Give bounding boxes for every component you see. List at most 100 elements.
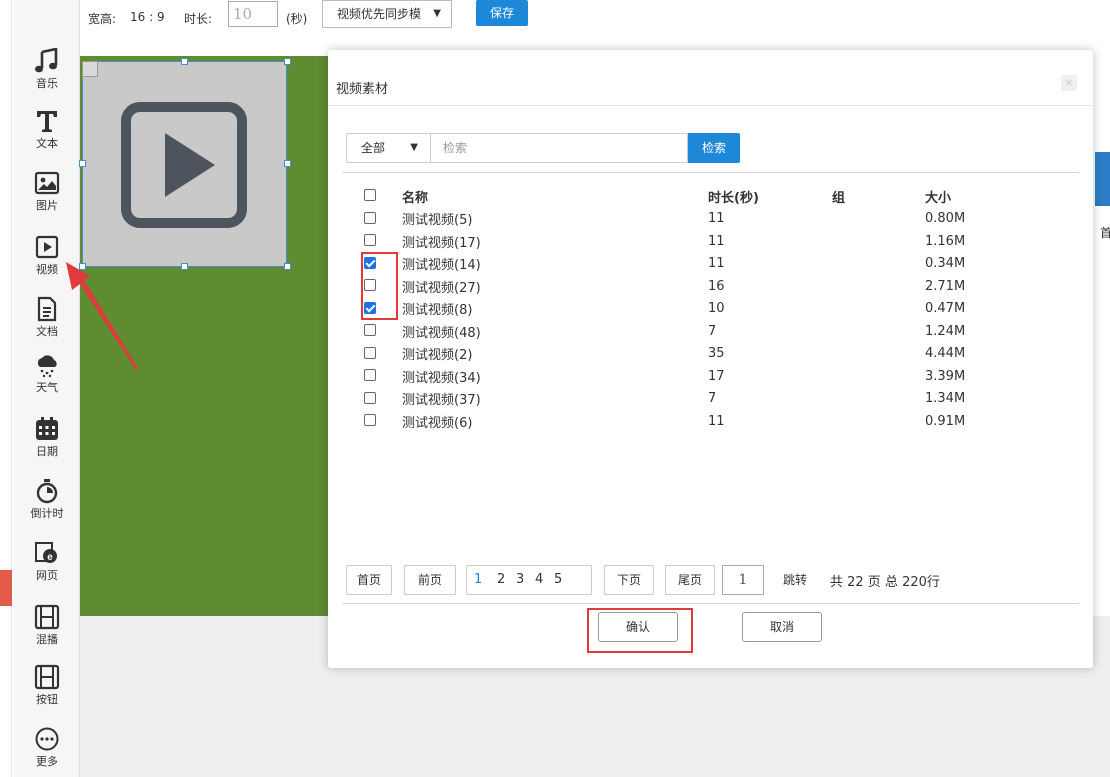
left-edge-panel (0, 0, 12, 777)
row-group (832, 298, 925, 321)
tool-more[interactable]: 更多 (14, 726, 80, 777)
column-header-size: 大小 (925, 190, 952, 206)
tool-webpage[interactable]: e 网页 (14, 540, 80, 600)
webpage-icon: e (35, 542, 57, 563)
row-checkbox[interactable] (364, 234, 376, 247)
row-duration: 11 (708, 413, 725, 429)
aspect-value: 16 : 9 (130, 10, 165, 24)
next-page-button[interactable]: 下页 (604, 565, 654, 595)
dialog-header: 视频素材 × (328, 50, 1093, 106)
resize-handle-top[interactable] (181, 58, 188, 65)
jump-button[interactable]: 跳转 (770, 565, 820, 595)
row-group (832, 253, 925, 276)
table-row[interactable]: 测试视频(2) 35 4.44M (364, 343, 1025, 366)
row-group (832, 365, 925, 388)
page-number[interactable]: 2 (497, 572, 505, 587)
row-checkbox-cell (364, 208, 402, 231)
row-checkbox-cell (364, 388, 402, 411)
row-name: 测试视频(17) (402, 235, 481, 251)
tool-label: 图片 (36, 199, 58, 212)
table-row[interactable]: 测试视频(5) 11 0.80M (364, 208, 1025, 231)
close-icon[interactable]: × (1061, 75, 1077, 91)
tool-label: 按钮 (36, 693, 58, 706)
row-checkbox-cell (364, 230, 402, 253)
page-number[interactable]: 1 (474, 572, 482, 587)
tool-label: 网页 (36, 569, 58, 582)
resize-handle-bottom-right[interactable] (284, 263, 291, 270)
tool-image[interactable]: 图片 (14, 170, 80, 230)
annotation-highlight-confirm (587, 608, 693, 653)
page-jump-input[interactable]: 1 (722, 565, 764, 595)
last-page-button[interactable]: 尾页 (665, 565, 715, 595)
table-header-row: 名称 时长(秒) 组 大小 (364, 185, 1025, 208)
row-checkbox[interactable] (364, 369, 376, 382)
row-name: 测试视频(14) (402, 258, 481, 274)
table-row[interactable]: 测试视频(14) 11 0.34M (364, 253, 1025, 276)
select-all-checkbox[interactable] (364, 189, 376, 202)
table-row[interactable]: 测试视频(27) 16 2.71M (364, 275, 1025, 298)
annotation-arrow (66, 262, 138, 370)
row-duration: 11 (708, 211, 725, 227)
page-number[interactable]: 5 (554, 572, 562, 587)
group-filter-value: 全部 (361, 141, 386, 155)
row-checkbox[interactable] (364, 414, 376, 427)
row-group (832, 320, 925, 343)
document-icon (37, 296, 57, 322)
video-component[interactable] (82, 61, 287, 267)
first-page-button[interactable]: 首页 (346, 565, 392, 595)
row-group (832, 230, 925, 253)
prev-page-button[interactable]: 前页 (404, 565, 456, 595)
resize-handle-right[interactable] (284, 160, 291, 167)
row-size: 1.16M (925, 233, 966, 249)
row-size: 3.39M (925, 368, 966, 384)
table-row[interactable]: 测试视频(34) 17 3.39M (364, 365, 1025, 388)
group-filter-select[interactable]: 全部 ▼ (346, 133, 430, 163)
table-row[interactable]: 测试视频(37) 7 1.34M (364, 388, 1025, 411)
table-row[interactable]: 测试视频(48) 7 1.24M (364, 320, 1025, 343)
component-toolbar: 音乐 文本 图片 视频 文档 天气 日期 倒计时 e 网页 混播 按钮 更多 (14, 0, 80, 777)
tool-label: 更多 (36, 755, 58, 768)
tool-mixed-play[interactable]: 混播 (14, 604, 80, 664)
tool-music[interactable]: 音乐 (14, 48, 80, 108)
sync-mode-select[interactable]: 视频优先同步模 ▼ (322, 0, 452, 28)
resize-handle-top-right[interactable] (284, 58, 291, 65)
resize-handle-bottom[interactable] (181, 263, 188, 270)
page-number[interactable]: 4 (535, 572, 543, 587)
tool-button[interactable]: 按钮 (14, 664, 80, 724)
page-number[interactable]: 3 (516, 572, 524, 587)
table-row[interactable]: 测试视频(17) 11 1.16M (364, 230, 1025, 253)
save-button[interactable]: 保存 (476, 0, 528, 26)
table-row[interactable]: 测试视频(6) 11 0.91M (364, 410, 1025, 433)
row-name: 测试视频(48) (402, 325, 481, 341)
row-duration: 35 (708, 346, 725, 362)
search-button[interactable]: 检索 (688, 133, 740, 163)
row-size: 1.24M (925, 323, 966, 339)
row-name: 测试视频(6) (402, 415, 473, 431)
music-icon (35, 48, 58, 73)
row-checkbox[interactable] (364, 211, 376, 224)
canvas-corner-box[interactable] (82, 61, 98, 77)
tool-text[interactable]: 文本 (14, 108, 80, 168)
table-row[interactable]: 测试视频(8) 10 0.47M (364, 298, 1025, 321)
column-header-name: 名称 (402, 190, 429, 206)
row-size: 0.47M (925, 301, 966, 317)
row-group (832, 343, 925, 366)
search-input[interactable]: 检索 (430, 133, 688, 163)
button-icon (34, 664, 60, 690)
duration-input[interactable]: 10 (228, 1, 278, 27)
right-panel-tab[interactable] (1095, 152, 1110, 206)
cancel-button[interactable]: 取消 (742, 612, 822, 642)
tool-date[interactable]: 日期 (14, 416, 80, 476)
row-checkbox-cell (364, 365, 402, 388)
row-name: 测试视频(27) (402, 280, 481, 296)
aspect-label: 宽高: (88, 12, 117, 26)
resize-handle-left[interactable] (79, 160, 86, 167)
tool-label: 混播 (36, 633, 58, 646)
row-checkbox[interactable] (364, 324, 376, 337)
row-checkbox[interactable] (364, 391, 376, 404)
video-icon (35, 235, 59, 259)
row-checkbox[interactable] (364, 346, 376, 359)
text-icon (37, 111, 57, 132)
tool-countdown[interactable]: 倒计时 (14, 478, 80, 538)
tool-label: 倒计时 (30, 507, 64, 520)
